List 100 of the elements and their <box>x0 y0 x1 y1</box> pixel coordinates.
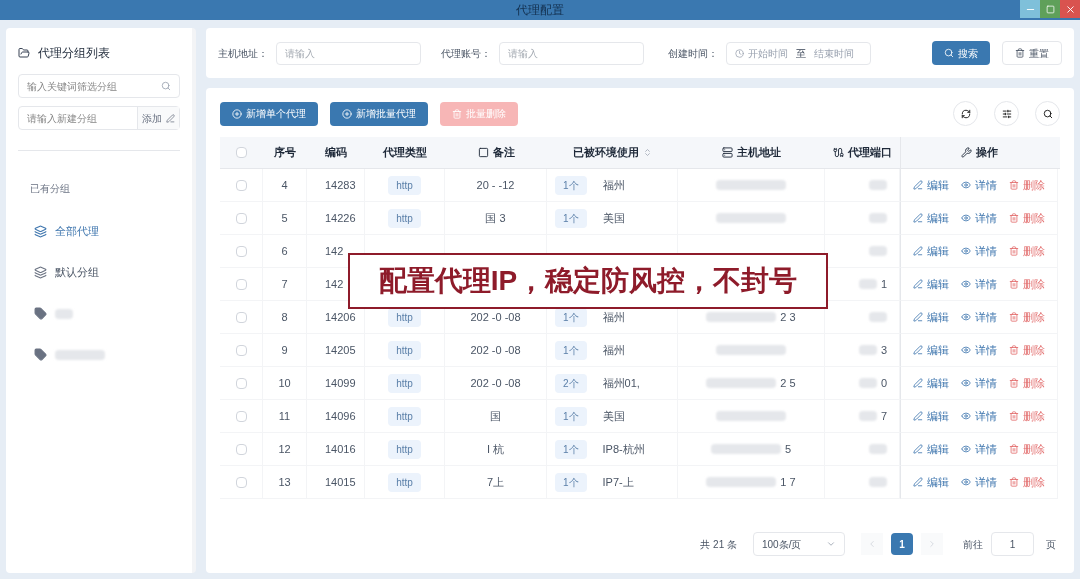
add-single-button[interactable]: 新增单个代理 <box>220 101 318 126</box>
table-cell-text: 14016 <box>325 441 356 457</box>
minimize-button[interactable] <box>1020 0 1040 18</box>
table-cell-text: 202 -0 -08 <box>470 342 521 358</box>
pen-icon <box>913 444 923 454</box>
table-cell-text: 202 -0 -08 <box>470 309 521 325</box>
group-item[interactable]: 全部代理 <box>18 211 180 252</box>
edit-link[interactable]: 编辑 <box>913 440 949 458</box>
delete-link[interactable]: 删除 <box>1009 341 1045 359</box>
close-button[interactable] <box>1060 0 1080 18</box>
delete-link[interactable]: 删除 <box>1009 374 1045 392</box>
redacted-text <box>706 378 777 388</box>
search-button[interactable]: 搜索 <box>932 41 990 65</box>
page-size-select[interactable]: 100条/页 <box>753 532 845 556</box>
plus-icon <box>342 108 352 119</box>
host-field[interactable]: 请输入 <box>276 41 421 65</box>
details-link[interactable]: 详情 <box>961 473 997 491</box>
table-cell-text: 1 <box>880 276 887 292</box>
edit-link[interactable]: 编辑 <box>913 374 949 392</box>
delete-link[interactable]: 删除 <box>1009 209 1045 227</box>
table-cell-text: 福州 <box>602 309 625 325</box>
details-link[interactable]: 详情 <box>961 374 997 392</box>
details-link[interactable]: 详情 <box>961 308 997 326</box>
table-cell-text: 4 <box>281 177 288 193</box>
add-batch-button[interactable]: 新增批量代理 <box>330 101 428 126</box>
add-button[interactable]: 添加 <box>137 107 179 129</box>
row-checkbox[interactable] <box>235 311 247 323</box>
table-cell-text: 14206 <box>325 309 356 325</box>
type-tag: http <box>388 406 421 426</box>
delete-link[interactable]: 删除 <box>1009 308 1045 326</box>
edit-link[interactable]: 编辑 <box>913 176 949 194</box>
edit-link[interactable]: 编辑 <box>913 209 949 227</box>
folder-icon <box>18 47 30 59</box>
goto-page-field[interactable]: 1 <box>991 532 1034 556</box>
pen-icon <box>913 279 923 289</box>
edit-link[interactable]: 编辑 <box>913 242 949 260</box>
edit-link[interactable]: 编辑 <box>913 341 949 359</box>
table-cell-text: 6 <box>281 243 288 259</box>
eye-icon <box>961 312 971 322</box>
row-checkbox[interactable] <box>235 410 247 422</box>
table-cell-text: 7 <box>880 408 887 424</box>
delete-link[interactable]: 删除 <box>1009 176 1045 194</box>
redacted-text <box>55 308 73 319</box>
maximize-button[interactable] <box>1040 0 1060 18</box>
prev-page-button[interactable] <box>861 533 883 555</box>
row-checkbox[interactable] <box>235 179 247 191</box>
details-link[interactable]: 详情 <box>961 440 997 458</box>
row-checkbox[interactable] <box>235 245 247 257</box>
table-cell-text: 14226 <box>325 210 356 226</box>
count-tag: 1个 <box>555 208 587 228</box>
redacted-text <box>858 378 877 388</box>
trash-icon <box>1009 444 1019 454</box>
edit-link[interactable]: 编辑 <box>913 275 949 293</box>
page-button[interactable]: 1 <box>891 533 913 555</box>
delete-link[interactable]: 删除 <box>1009 407 1045 425</box>
table-cell-text: 3 <box>880 342 887 358</box>
date-range-field[interactable]: 开始时间 至 结束时间 <box>726 41 871 65</box>
row-checkbox[interactable] <box>235 344 247 356</box>
row-checkbox[interactable] <box>235 377 247 389</box>
row-checkbox[interactable] <box>235 443 247 455</box>
table-cell-text: 1 7 <box>780 474 796 490</box>
group-filter-field[interactable]: 输入关键词筛选分组 <box>18 74 180 98</box>
table-cell-text: 202 -0 -08 <box>470 375 521 391</box>
new-group-field[interactable]: 请输入新建分组 <box>19 107 137 129</box>
delete-link[interactable]: 删除 <box>1009 440 1045 458</box>
trash-icon <box>1009 279 1019 289</box>
eye-icon <box>961 477 971 487</box>
section-label: 已有分组 <box>29 183 70 194</box>
delete-link[interactable]: 删除 <box>1009 242 1045 260</box>
edit-link[interactable]: 编辑 <box>913 407 949 425</box>
next-page-button[interactable] <box>921 533 943 555</box>
new-group-control[interactable]: 请输入新建分组 添加 <box>18 106 180 130</box>
tag-icon <box>34 307 47 320</box>
table-cell-text: 美国 <box>602 408 625 424</box>
details-link[interactable]: 详情 <box>961 242 997 260</box>
select-all-checkbox[interactable] <box>236 147 247 158</box>
row-checkbox[interactable] <box>235 278 247 290</box>
group-item[interactable]: 默认分组 <box>18 252 180 293</box>
details-link[interactable]: 详情 <box>961 275 997 293</box>
edit-link[interactable]: 编辑 <box>913 473 949 491</box>
details-link[interactable]: 详情 <box>961 176 997 194</box>
details-link[interactable]: 详情 <box>961 407 997 425</box>
details-link[interactable]: 详情 <box>961 341 997 359</box>
row-checkbox[interactable] <box>235 212 247 224</box>
redacted-text <box>858 279 877 289</box>
tag-icon <box>34 348 47 361</box>
delete-link[interactable]: 删除 <box>1009 473 1045 491</box>
redacted-text <box>706 312 777 322</box>
sliders-icon <box>1001 108 1012 119</box>
table-cell-text: 8 <box>281 309 288 325</box>
row-checkbox[interactable] <box>235 476 247 488</box>
pen-icon <box>913 213 923 223</box>
sort-icon[interactable] <box>643 148 652 157</box>
delete-link[interactable]: 删除 <box>1009 275 1045 293</box>
account-field[interactable]: 请输入 <box>499 41 644 65</box>
edit-link[interactable]: 编辑 <box>913 308 949 326</box>
reset-button[interactable]: 重置 <box>1002 41 1062 65</box>
eye-icon <box>961 213 971 223</box>
details-link[interactable]: 详情 <box>961 209 997 227</box>
filter-input[interactable]: 输入关键词筛选分组 <box>27 78 161 94</box>
